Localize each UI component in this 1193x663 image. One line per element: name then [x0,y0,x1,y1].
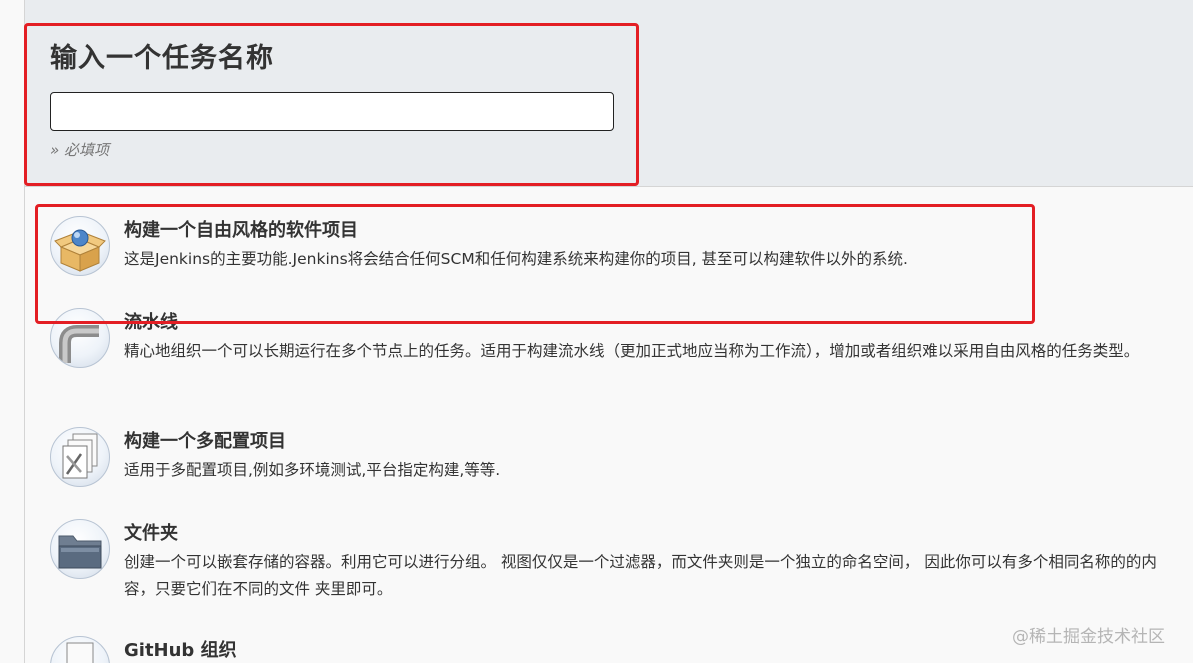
item-name-input[interactable] [50,92,614,131]
job-type-pipeline[interactable]: 流水线 精心地组织一个可以长期运行在多个节点上的任务。适用于构建流水线（更加正式… [50,308,1180,403]
job-type-description: 这是Jenkins的主要功能.Jenkins将会结合任何SCM和任何构建系统来构… [124,250,908,268]
watermark: @稀土掘金技术社区 [1012,627,1165,647]
job-type-title: 流水线 [124,312,178,333]
job-type-title: 文件夹 [124,523,178,544]
job-type-description: 适用于多配置项目,例如多环境测试,平台指定构建,等等. [124,461,501,479]
folder-icon [50,519,110,579]
job-type-title: GitHub 组织 [124,640,237,661]
job-type-title: 构建一个自由风格的软件项目 [124,220,358,241]
job-type-multi-config[interactable]: 构建一个多配置项目 适用于多配置项目,例如多环境测试,平台指定构建,等等. [50,427,1180,497]
package-box-icon [50,216,110,276]
job-type-folder[interactable]: 文件夹 创建一个可以嵌套存储的容器。利用它可以进行分组。 视图仅仅是一个过滤器，… [50,519,1180,614]
page-title: 输入一个任务名称 [50,43,274,74]
job-type-github-org[interactable]: GitHub 组织 [50,636,1180,663]
github-org-icon [50,636,110,663]
job-type-description: 创建一个可以嵌套存储的容器。利用它可以进行分组。 视图仅仅是一个过滤器，而文件夹… [124,553,1157,598]
multi-config-icon [50,427,110,487]
pipe-icon [50,308,110,368]
job-type-title: 构建一个多配置项目 [124,431,286,452]
job-type-description: 精心地组织一个可以长期运行在多个节点上的任务。适用于构建流水线（更加正式地应当称… [124,342,1140,360]
required-hint: » 必填项 [50,141,110,159]
job-type-freestyle[interactable]: 构建一个自由风格的软件项目 这是Jenkins的主要功能.Jenkins将会结合… [50,216,1180,286]
